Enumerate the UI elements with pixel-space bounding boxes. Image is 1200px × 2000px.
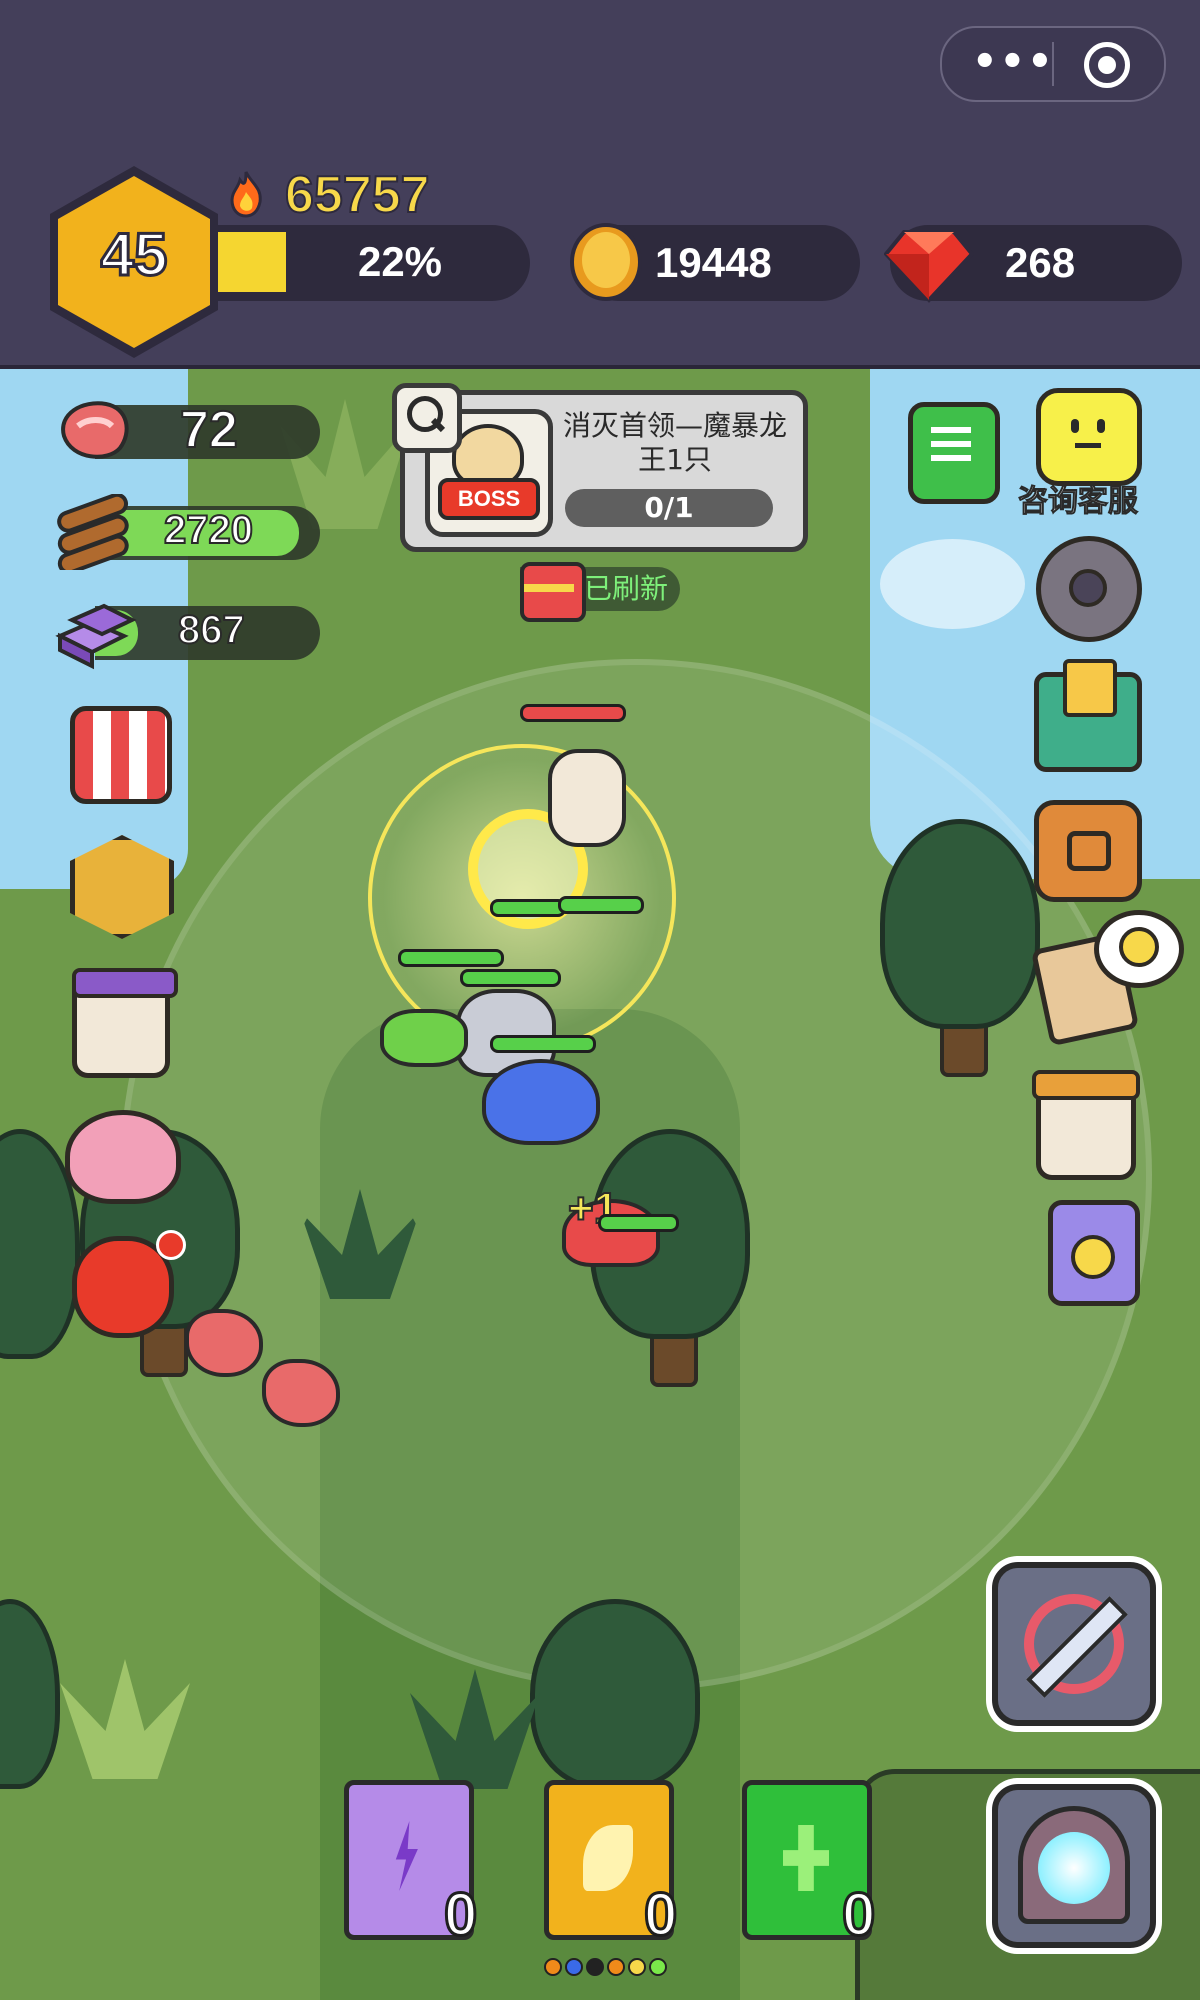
- backpack-icon[interactable]: [1034, 800, 1142, 902]
- coin-count: 19448: [655, 239, 772, 286]
- portal-button[interactable]: [992, 1784, 1156, 1948]
- customer-service-label[interactable]: 咨询客服: [1018, 476, 1139, 520]
- close-miniprogram-icon[interactable]: [1084, 42, 1130, 88]
- heal-book-count: 0: [840, 1880, 876, 1950]
- gear-icon[interactable]: [1036, 536, 1142, 642]
- green-book-button[interactable]: [908, 402, 1000, 504]
- player-level: 45: [99, 220, 169, 290]
- cloud-shadow: [880, 539, 1025, 629]
- xp-bar-fill: [218, 232, 286, 292]
- pink-slime-gift-button[interactable]: [65, 1110, 181, 1204]
- page-indicator-dots: [544, 1958, 670, 1980]
- lightning-book-count: 0: [442, 1880, 478, 1950]
- ore-count: 867: [177, 607, 246, 653]
- blue-slime-hero[interactable]: [482, 1059, 600, 1145]
- skull-icon: [1119, 927, 1159, 967]
- hero-health-bar: [490, 1035, 596, 1053]
- pine-tree: [530, 1599, 700, 1789]
- hero-health-bar: [398, 949, 504, 967]
- coin-icon: [570, 223, 642, 301]
- hero-health-bar: [490, 899, 566, 917]
- chest-status-text: 已刷新: [584, 572, 669, 605]
- capsule-divider: [1052, 42, 1054, 86]
- meat-icon: [61, 401, 129, 459]
- quest-title: 消灭首领—魔暴龙王1只: [562, 409, 787, 476]
- miniprogram-capsule: •••: [940, 26, 1166, 102]
- magnifier-icon[interactable]: [392, 383, 462, 453]
- meat-drop[interactable]: [262, 1359, 340, 1427]
- lightning-icon: [395, 1821, 418, 1891]
- hero-health-bar: [598, 1214, 679, 1232]
- gem-count: 268: [1005, 239, 1076, 286]
- power-flame-icon: [230, 171, 262, 218]
- auto-battle-sword-button[interactable]: [992, 1562, 1156, 1726]
- ruby-gem-icon: [884, 230, 974, 303]
- shop-button[interactable]: [70, 706, 172, 804]
- combat-power: 65757: [284, 165, 431, 225]
- purple-ore-icon: [55, 603, 137, 670]
- scroll-top-rod: [72, 968, 178, 998]
- mail-envelope-icon[interactable]: [1034, 659, 1142, 772]
- scroll-top-rod: [1032, 1070, 1140, 1100]
- meat-count: 72: [179, 400, 239, 460]
- customer-service-icon[interactable]: [1036, 388, 1142, 486]
- skull-speech-bubble: [1094, 910, 1184, 988]
- skull-icon: [1071, 1235, 1115, 1279]
- treasure-chest-icon[interactable]: [520, 562, 586, 622]
- meat-drop[interactable]: [185, 1309, 263, 1377]
- boss-badge: BOSS: [438, 478, 540, 520]
- quest-progress: 0/1: [565, 489, 773, 527]
- pine-tree: [880, 819, 1040, 1029]
- notification-dot: [156, 1230, 186, 1260]
- hero-health-bar: [558, 896, 644, 914]
- wing-book-count: 0: [642, 1880, 678, 1950]
- wood-count: 2720: [163, 507, 254, 553]
- grass-tuft: [60, 1659, 190, 1779]
- green-slime-hero[interactable]: [380, 1009, 468, 1067]
- mummy-enemy[interactable]: [548, 749, 626, 847]
- enemy-health-bar: [520, 704, 626, 722]
- wood-logs-icon: [57, 494, 129, 570]
- wing-icon: [583, 1825, 633, 1891]
- pine-tree: [0, 1599, 60, 1789]
- skull-potion-button[interactable]: [1048, 1200, 1140, 1306]
- hero-health-bar: [460, 969, 561, 987]
- more-menu-icon[interactable]: •••: [972, 42, 1053, 82]
- plus-icon: [783, 1825, 829, 1891]
- xp-percent: 22%: [357, 238, 443, 285]
- top-bar: ••• 45 65757 22% 19448 268: [0, 0, 1200, 369]
